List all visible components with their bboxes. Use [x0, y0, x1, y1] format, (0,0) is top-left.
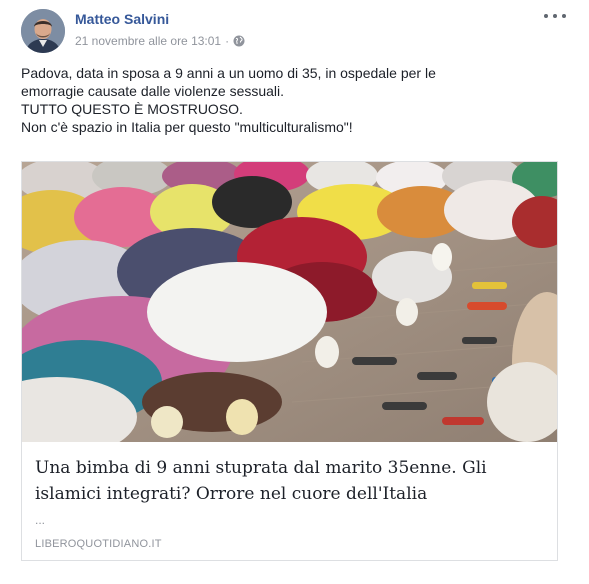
post-meta: 21 novembre alle ore 13:01 ·	[75, 34, 245, 48]
link-title-line: Una bimba di 9 anni stuprata dal marito …	[35, 458, 487, 478]
globe-icon[interactable]	[233, 35, 245, 47]
meta-separator: ·	[225, 34, 230, 48]
praying-people-photo	[22, 162, 557, 442]
link-preview-domain: LIBEROQUOTIDIANO.IT	[35, 538, 162, 550]
link-preview-title[interactable]: Una bimba di 9 anni stuprata dal marito …	[35, 455, 540, 507]
link-preview-card[interactable]: Una bimba di 9 anni stuprata dal marito …	[21, 161, 558, 561]
link-title-line: islamici integrati? Orrore nel cuore del…	[35, 484, 428, 504]
author-avatar[interactable]	[21, 9, 65, 53]
author-name[interactable]: Matteo Salvini	[75, 11, 169, 27]
post-text-line: TUTTO QUESTO È MOSTRUOSO.	[21, 101, 243, 117]
link-preview-image[interactable]	[22, 162, 557, 442]
link-preview-description: ...	[35, 513, 46, 527]
avatar-photo	[21, 9, 65, 53]
post-text-line: Padova, data in sposa a 9 anni a un uomo…	[21, 65, 436, 81]
post-text: Padova, data in sposa a 9 anni a un uomo…	[21, 64, 551, 136]
ellipsis-icon[interactable]	[544, 10, 566, 22]
post-timestamp[interactable]: 21 novembre alle ore 13:01	[75, 34, 221, 48]
post-text-line: Non c'è spazio in Italia per questo "mul…	[21, 119, 353, 135]
post-text-line: emorragie causate dalle violenze sessual…	[21, 83, 285, 99]
